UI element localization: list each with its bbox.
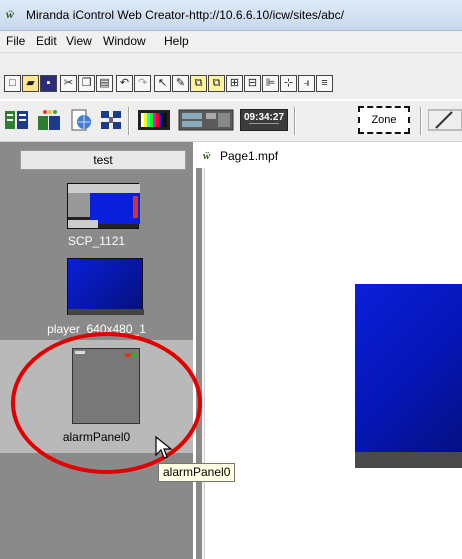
redo-icon[interactable]: ↷ [134,75,151,92]
clock-widget[interactable]: 09:34:27 [240,109,288,131]
panel-header[interactable]: test [20,150,186,170]
bring-forward-icon[interactable]: ⧉ [190,75,207,92]
new-file-icon[interactable]: □ [4,75,21,92]
control-panel-icon[interactable] [178,108,234,132]
ungroup-icon[interactable]: ⊟ [244,75,261,92]
standard-toolbar: □ ▰ ▪ ✂ ❐ ▤ ↶ ↷ ↖ ✎ ⧉ ⧉ ⊞ ⊟ ⊫ ⊹ ⫣ ≡ [0,53,462,99]
menu-window[interactable]: Window [103,34,146,48]
data-grid-icon[interactable] [4,108,30,132]
clock-text: 09:34:27 [243,112,285,123]
menu-help[interactable]: Help [164,34,189,48]
video-player-element[interactable] [355,284,462,452]
document-icon: ẅ [203,150,211,162]
title-bar: ẅ Miranda iControl Web Creator-http://10… [0,0,462,31]
document-tab[interactable]: ẅ Page1.mpf [196,148,462,166]
menu-view[interactable]: View [66,34,92,48]
send-backward-icon[interactable]: ⧉ [208,75,225,92]
paste-icon[interactable]: ▤ [96,75,113,92]
video-player-controls-bar[interactable] [355,452,462,468]
zone-label: Zone [371,114,397,126]
window-title: Miranda iControl Web Creator-http://10.6… [26,8,344,22]
app-window: ẅ Miranda iControl Web Creator-http://10… [0,0,462,559]
zone-tool[interactable]: Zone [358,106,410,134]
toolbar-separator [294,107,296,135]
menu-file[interactable]: File [6,34,25,48]
tooltip: alarmPanel0 [158,463,236,482]
align-left-icon[interactable]: ⊫ [262,75,279,92]
copy-icon[interactable]: ❐ [78,75,95,92]
asset-thumbnail-player[interactable] [67,258,144,315]
distribute-icon[interactable]: ≡ [316,75,333,92]
cut-icon[interactable]: ✂ [60,75,77,92]
undo-icon[interactable]: ↶ [116,75,133,92]
app-logo-icon: ẅ [6,7,15,21]
document-tab-label: Page1.mpf [220,149,279,163]
toolbar-separator [420,107,422,135]
menu-bar: File Edit View Window Help [0,31,462,53]
open-folder-icon[interactable]: ▰ [22,75,39,92]
save-icon[interactable]: ▪ [40,75,57,92]
components-toolbar: 09:34:27 Zone [0,101,462,142]
alarm-grid-icon[interactable] [36,108,62,132]
menu-edit[interactable]: Edit [36,34,57,48]
video-player-icon[interactable] [136,108,172,132]
select-pointer-icon[interactable]: ↖ [154,75,171,92]
web-page-icon[interactable] [68,108,94,132]
mouse-cursor-icon [155,435,173,459]
align-right-icon[interactable]: ⫣ [298,75,315,92]
asset-label: SCP_1121 [67,234,126,248]
layout-grid-icon[interactable] [98,108,124,132]
paint-brush-icon[interactable]: ✎ [172,75,189,92]
align-center-icon[interactable]: ⊹ [280,75,297,92]
asset-thumbnail-scp[interactable] [67,183,140,229]
line-tool-icon[interactable] [428,108,462,132]
group-icon[interactable]: ⊞ [226,75,243,92]
toolbar-separator [128,107,130,135]
